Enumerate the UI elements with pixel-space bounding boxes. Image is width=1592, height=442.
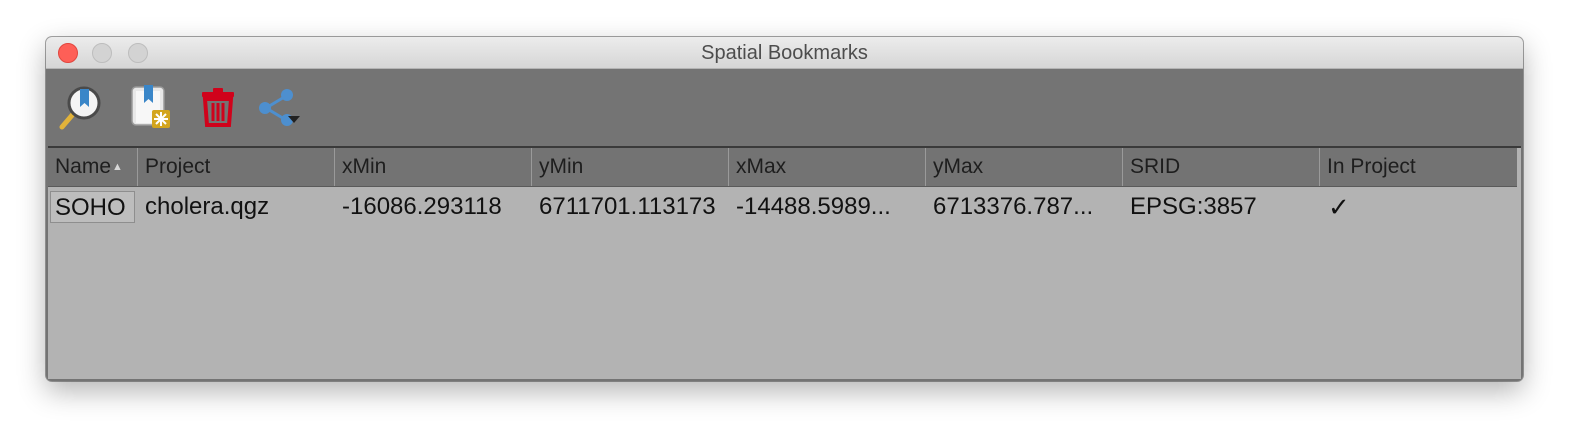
delete-bookmark-button[interactable] bbox=[194, 83, 242, 131]
spatial-bookmarks-window: Spatial Bookmarks Name▲ Project xMin yMi… bbox=[46, 37, 1523, 381]
window-title: Spatial Bookmarks bbox=[701, 42, 868, 64]
column-header-xmin[interactable]: xMin bbox=[335, 148, 532, 186]
share-button[interactable] bbox=[254, 83, 302, 131]
column-header-xmax[interactable]: xMax bbox=[729, 148, 926, 186]
column-header-srid[interactable]: SRID bbox=[1123, 148, 1320, 186]
cell-srid[interactable]: EPSG:3857 bbox=[1123, 187, 1320, 227]
cell-ymin[interactable]: 6711701.113173 bbox=[532, 187, 729, 227]
cell-xmax[interactable]: -14488.5989... bbox=[729, 187, 926, 227]
column-header-project[interactable]: Project bbox=[138, 148, 335, 186]
title-bar[interactable]: Spatial Bookmarks bbox=[46, 37, 1523, 69]
table-header: Name▲ Project xMin yMin xMax yMax SRID I… bbox=[48, 148, 1517, 187]
cell-ymax[interactable]: 6713376.787... bbox=[926, 187, 1123, 227]
share-icon bbox=[259, 89, 300, 126]
bookmarks-table: Name▲ Project xMin yMin xMax yMax SRID I… bbox=[48, 146, 1521, 379]
zoom-to-bookmark-button[interactable] bbox=[56, 83, 104, 131]
column-header-ymax[interactable]: yMax bbox=[926, 148, 1123, 186]
in-project-checkmark[interactable]: ✓ bbox=[1320, 187, 1517, 227]
sort-ascending-icon: ▲ bbox=[112, 161, 123, 174]
column-header-in-project[interactable]: In Project bbox=[1320, 148, 1517, 186]
delete-bookmark-icon bbox=[202, 88, 234, 127]
cell-project[interactable]: cholera.qgz bbox=[138, 187, 335, 227]
new-bookmark-icon bbox=[131, 85, 170, 128]
column-header-name[interactable]: Name▲ bbox=[48, 148, 138, 186]
new-bookmark-button[interactable] bbox=[126, 83, 174, 131]
zoom-to-bookmark-icon bbox=[59, 86, 101, 130]
column-header-ymin[interactable]: yMin bbox=[532, 148, 729, 186]
cell-xmin[interactable]: -16086.293118 bbox=[335, 187, 532, 227]
cell-name[interactable]: SOHO bbox=[50, 191, 135, 223]
table-row[interactable]: SOHO cholera.qgz -16086.293118 6711701.1… bbox=[48, 187, 1517, 227]
toolbar bbox=[46, 69, 1523, 147]
